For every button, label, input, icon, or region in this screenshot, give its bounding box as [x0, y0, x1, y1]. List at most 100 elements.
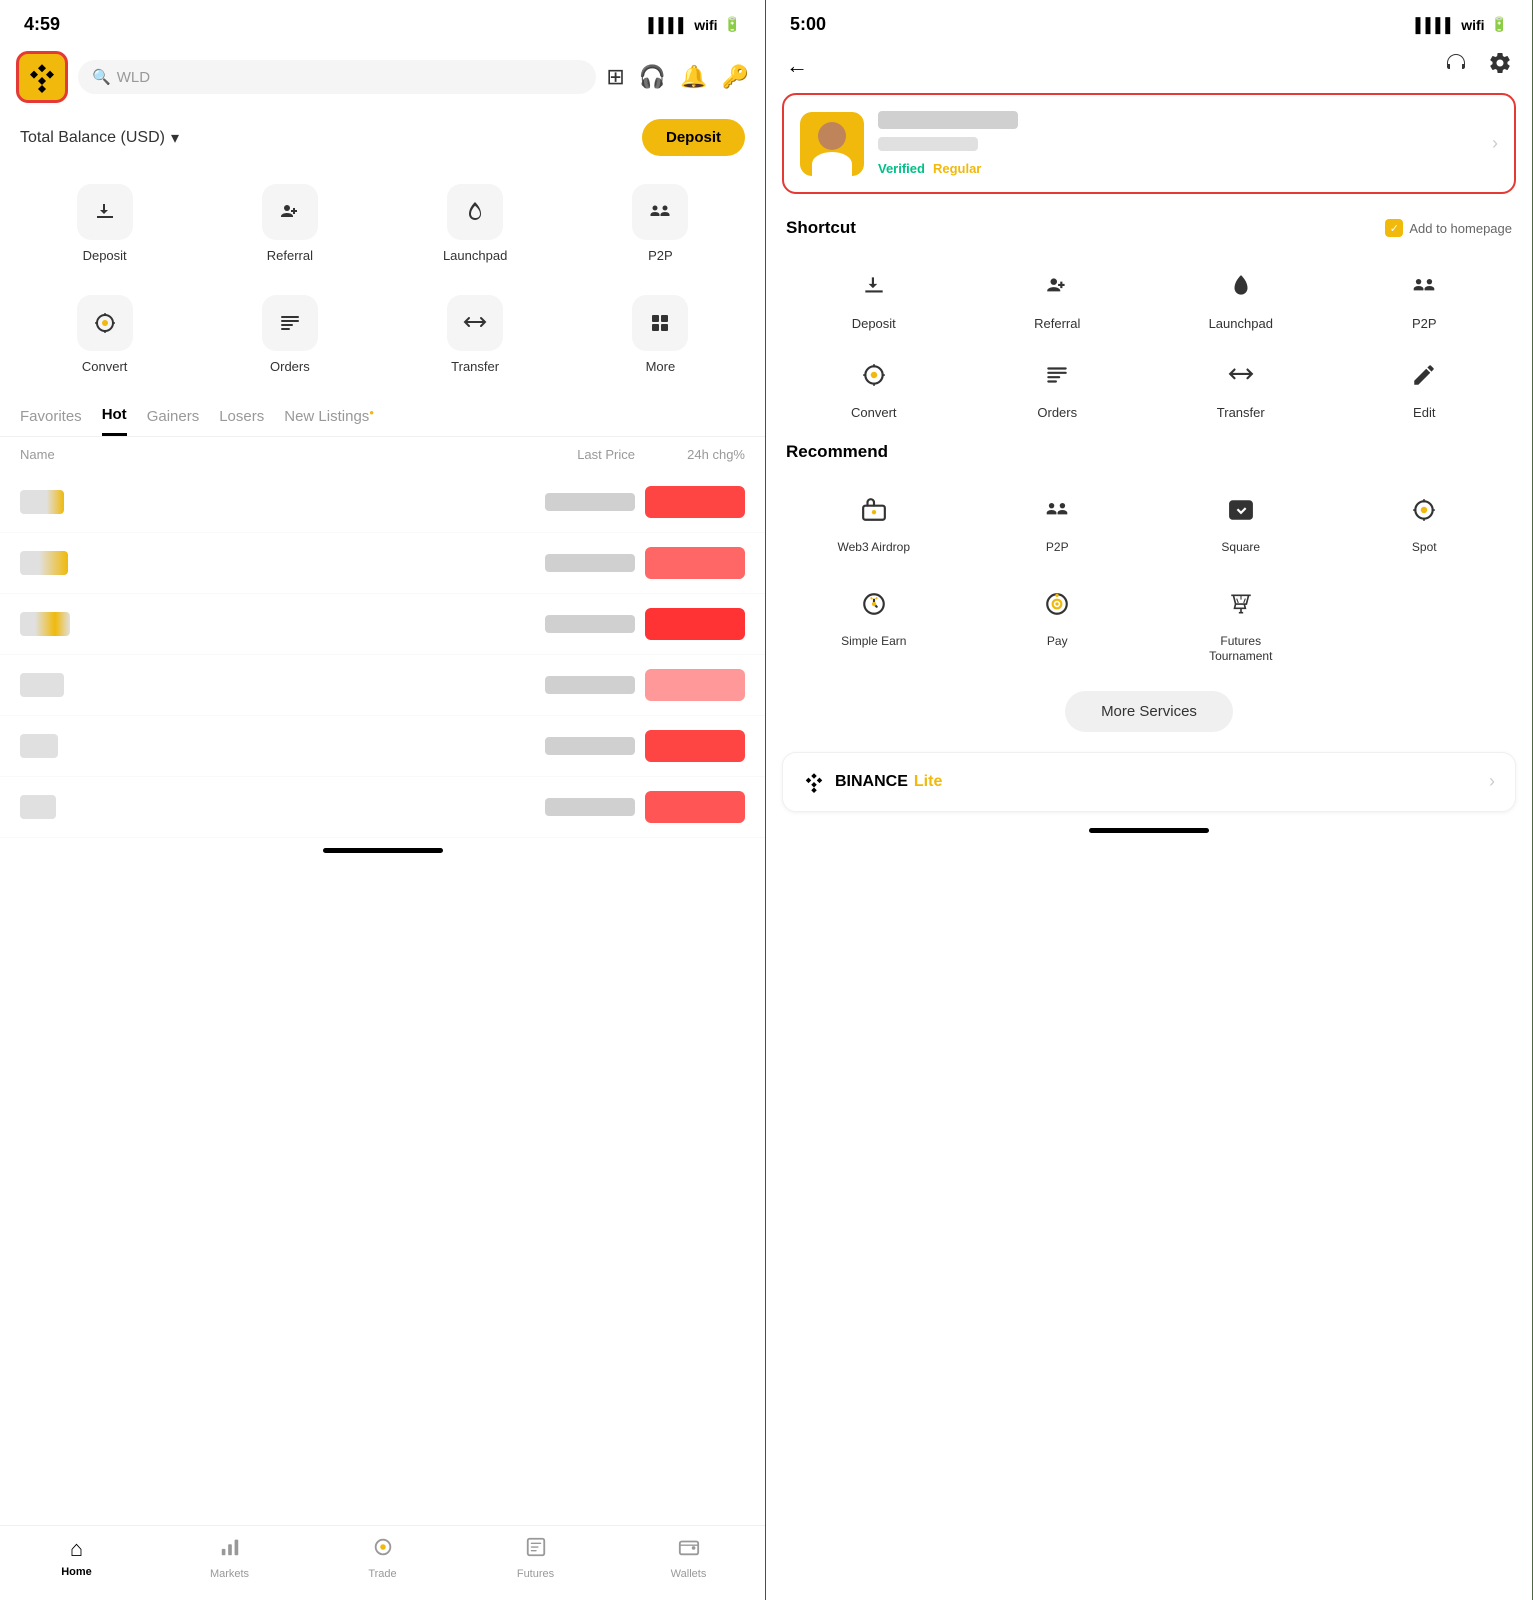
nav-wallets[interactable]: Wallets [612, 1536, 765, 1580]
recommend-grid-row1: Web3 Airdrop P2P Square Spot [766, 476, 1532, 566]
balance-title[interactable]: Total Balance (USD) ▾ [20, 128, 179, 148]
col-name-header: Name [20, 447, 515, 462]
home-indicator-right [1089, 828, 1209, 833]
binance-lite-banner[interactable]: BINANCE Lite › [782, 752, 1516, 812]
action-more[interactable]: More [572, 283, 749, 386]
col-change-header: 24h chg% [635, 447, 745, 462]
coin-thumb [20, 490, 64, 514]
avatar-head [818, 122, 846, 150]
shortcut-convert[interactable]: Convert [782, 341, 966, 430]
rec-p2p[interactable]: P2P [966, 476, 1150, 566]
orders-icon [262, 295, 318, 351]
time-left: 4:59 [24, 14, 60, 35]
market-row[interactable] [0, 533, 765, 594]
profile-info: Verified Regular [878, 111, 1478, 176]
pay-icon [1033, 580, 1081, 628]
col-price-header: Last Price [515, 447, 635, 462]
nav-trade[interactable]: Trade [306, 1536, 459, 1580]
shortcut-p2p[interactable]: P2P [1333, 252, 1517, 341]
more-services-button[interactable]: More Services [1065, 691, 1233, 732]
tab-new-listings[interactable]: New Listings● [284, 408, 374, 435]
scan-icon[interactable]: ⊞ [606, 64, 624, 90]
back-button[interactable]: ← [786, 53, 808, 79]
shortcut-p2p-icon [1400, 262, 1448, 310]
tab-gainers[interactable]: Gainers [147, 408, 200, 435]
shortcut-grid: Deposit Referral Launchpad P2P Convert [766, 252, 1532, 430]
status-bar-left: 4:59 ▌▌▌▌ wifi 🔋 [0, 0, 765, 43]
trade-icon [372, 1536, 394, 1564]
shortcut-convert-label: Convert [851, 405, 897, 420]
shortcut-transfer-icon [1217, 351, 1265, 399]
shortcut-orders-label: Orders [1037, 405, 1077, 420]
launchpad-icon [447, 184, 503, 240]
rec-simple-earn[interactable]: Simple Earn [782, 570, 966, 675]
shortcut-orders[interactable]: Orders [966, 341, 1150, 430]
binance-lite-chevron-icon: › [1489, 771, 1495, 792]
binance-logo[interactable] [16, 51, 68, 103]
action-convert[interactable]: Convert [16, 283, 193, 386]
headset-icon-right[interactable] [1444, 51, 1468, 81]
orders-label: Orders [270, 359, 310, 374]
nav-wallets-label: Wallets [671, 1568, 707, 1580]
search-icon: 🔍 [92, 68, 111, 86]
market-row[interactable] [0, 716, 765, 777]
action-deposit[interactable]: Deposit [16, 172, 193, 275]
checkbox-checked-icon: ✓ [1385, 219, 1403, 237]
convert-label: Convert [82, 359, 128, 374]
shortcut-deposit[interactable]: Deposit [782, 252, 966, 341]
nav-futures[interactable]: Futures [459, 1536, 612, 1580]
market-row[interactable] [0, 655, 765, 716]
nav-trade-label: Trade [368, 1568, 396, 1580]
profile-card[interactable]: Verified Regular › [782, 93, 1516, 194]
status-icons-right: ▌▌▌▌ wifi 🔋 [1416, 16, 1508, 33]
tab-losers[interactable]: Losers [219, 408, 264, 435]
deposit-icon [77, 184, 133, 240]
price-value [545, 493, 635, 511]
action-referral[interactable]: Referral [201, 172, 378, 275]
profile-icon[interactable]: 🔑 [722, 64, 749, 90]
nav-home[interactable]: ⌂ Home [0, 1536, 153, 1580]
shortcut-referral-label: Referral [1034, 316, 1080, 331]
action-transfer[interactable]: Transfer [387, 283, 564, 386]
battery-icon-right: 🔋 [1491, 16, 1508, 33]
regular-badge: Regular [933, 161, 981, 176]
market-row[interactable] [0, 777, 765, 838]
action-orders[interactable]: Orders [201, 283, 378, 386]
shortcut-launchpad[interactable]: Launchpad [1149, 252, 1333, 341]
coin-thumb [20, 795, 56, 819]
rec-spot[interactable]: Spot [1333, 476, 1517, 566]
search-bar[interactable]: 🔍 WLD [78, 60, 596, 94]
change-badge [645, 669, 745, 701]
tab-hot[interactable]: Hot [102, 406, 127, 436]
market-row[interactable] [0, 594, 765, 655]
p2p-label: P2P [648, 248, 673, 263]
bell-icon[interactable]: 🔔 [680, 64, 707, 90]
rec-web3-airdrop[interactable]: Web3 Airdrop [782, 476, 966, 566]
profile-name-blur [878, 111, 1018, 129]
rec-pay[interactable]: Pay [966, 570, 1150, 675]
shortcut-orders-icon [1033, 351, 1081, 399]
shortcut-transfer[interactable]: Transfer [1149, 341, 1333, 430]
nav-markets[interactable]: Markets [153, 1536, 306, 1580]
change-badge [645, 791, 745, 823]
action-p2p[interactable]: P2P [572, 172, 749, 275]
recommend-grid-row2: Simple Earn Pay FuturesTournament [766, 570, 1532, 675]
rec-square[interactable]: Square [1149, 476, 1333, 566]
headset-icon[interactable]: 🎧 [639, 64, 666, 90]
action-launchpad[interactable]: Launchpad [387, 172, 564, 275]
settings-icon[interactable] [1488, 51, 1512, 81]
tab-favorites[interactable]: Favorites [20, 408, 82, 435]
rec-futures-tournament[interactable]: FuturesTournament [1149, 570, 1333, 675]
shortcut-edit[interactable]: Edit [1333, 341, 1517, 430]
add-homepage-button[interactable]: ✓ Add to homepage [1385, 219, 1512, 237]
deposit-button[interactable]: Deposit [642, 119, 745, 156]
status-icons-left: ▌▌▌▌ wifi 🔋 [649, 16, 741, 33]
pay-label: Pay [1047, 634, 1068, 650]
launchpad-label: Launchpad [443, 248, 507, 263]
balance-row: Total Balance (USD) ▾ Deposit [0, 115, 765, 172]
rec-p2p-icon [1033, 486, 1081, 534]
market-row[interactable] [0, 472, 765, 533]
shortcut-referral[interactable]: Referral [966, 252, 1150, 341]
shortcut-p2p-label: P2P [1412, 316, 1437, 331]
change-badge [645, 547, 745, 579]
